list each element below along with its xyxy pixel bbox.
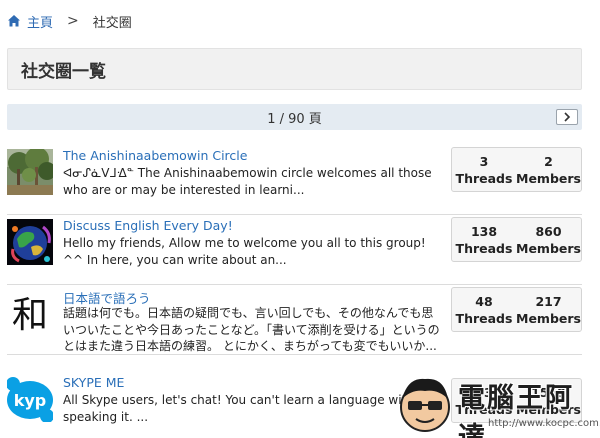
members-label: Members	[516, 240, 581, 256]
threads-count: 48	[475, 293, 493, 309]
threads-label: Threads	[455, 310, 513, 326]
threads-label: Threads	[455, 170, 513, 186]
group-description: 話題は何でも。日本語の疑問でも、言い回しでも、その他なんでも思いついたことや今日…	[63, 306, 440, 353]
breadcrumb-separator: >	[67, 13, 79, 29]
threads-count: 138	[470, 223, 498, 239]
threads-stat: 3 Threads	[452, 148, 516, 191]
group-description: All Skype users, let's chat! You can't l…	[63, 393, 434, 424]
group-list-item: 和 日本語で語ろう 話題は何でも。日本語の疑問でも、言い回しでも、その他なんでも…	[7, 287, 582, 355]
group-thumbnail-earth[interactable]	[7, 219, 53, 265]
members-count: 217	[535, 293, 562, 309]
group-description: ᐊᓂᔑᓈᐯᒧᐎᓐ The Anishinaabemowin circle wel…	[63, 166, 432, 197]
next-page-button[interactable]	[556, 109, 578, 125]
chevron-right-icon	[564, 112, 571, 122]
threads-stat: 48 Threads	[452, 288, 516, 331]
group-thumbnail-kanji[interactable]: 和	[7, 289, 53, 335]
members-stat: 2 Members	[516, 148, 581, 191]
watermark-url: http://www.kocpc.com.tw	[488, 418, 600, 429]
breadcrumb-current: 社交圈	[92, 15, 132, 31]
page-title: 社交圈一覧	[21, 61, 106, 82]
members-count: 2	[544, 153, 553, 169]
pagination-bar: 1 / 90 頁	[7, 104, 582, 130]
members-label: Members	[516, 170, 581, 186]
home-icon[interactable]	[7, 14, 21, 28]
group-title-link[interactable]: Discuss English Every Day!	[63, 218, 233, 233]
group-thumbnail-forest[interactable]	[7, 149, 53, 195]
breadcrumb: 主頁 > 社交圈	[7, 11, 132, 31]
members-label: Members	[516, 310, 581, 326]
group-thumbnail-skype[interactable]: kyp	[7, 376, 53, 422]
members-count: 860	[535, 223, 562, 239]
svg-text:kyp: kyp	[14, 391, 47, 410]
threads-label: Threads	[455, 240, 513, 256]
group-list-item: The Anishinaabemowin Circle ᐊᓂᔑᓈᐯᒧᐎᓐ The…	[7, 147, 582, 215]
breadcrumb-home-link[interactable]: 主頁	[27, 12, 53, 31]
group-stats: 3 Threads 2 Members	[451, 147, 582, 192]
page-indicator: 1 / 90 頁	[267, 111, 322, 127]
members-stat: 217 Members	[516, 288, 581, 331]
group-title-link[interactable]: SKYPE ME	[63, 375, 124, 390]
threads-stat: 138 Threads	[452, 218, 516, 261]
group-stats: 138 Threads 860 Members	[451, 217, 582, 262]
group-description: Hello my friends, Allow me to welcome yo…	[63, 236, 426, 267]
group-title-link[interactable]: The Anishinaabemowin Circle	[63, 148, 247, 163]
threads-count: 3	[479, 153, 489, 169]
mascot-face-icon	[400, 378, 450, 432]
members-stat: 860 Members	[516, 218, 581, 261]
page-title-bar: 社交圈一覧	[7, 48, 582, 90]
group-list-item: Discuss English Every Day! Hello my frie…	[7, 217, 582, 285]
site-watermark: 電腦王阿達 http://www.kocpc.com.tw	[396, 373, 600, 438]
group-stats: 48 Threads 217 Members	[451, 287, 582, 332]
